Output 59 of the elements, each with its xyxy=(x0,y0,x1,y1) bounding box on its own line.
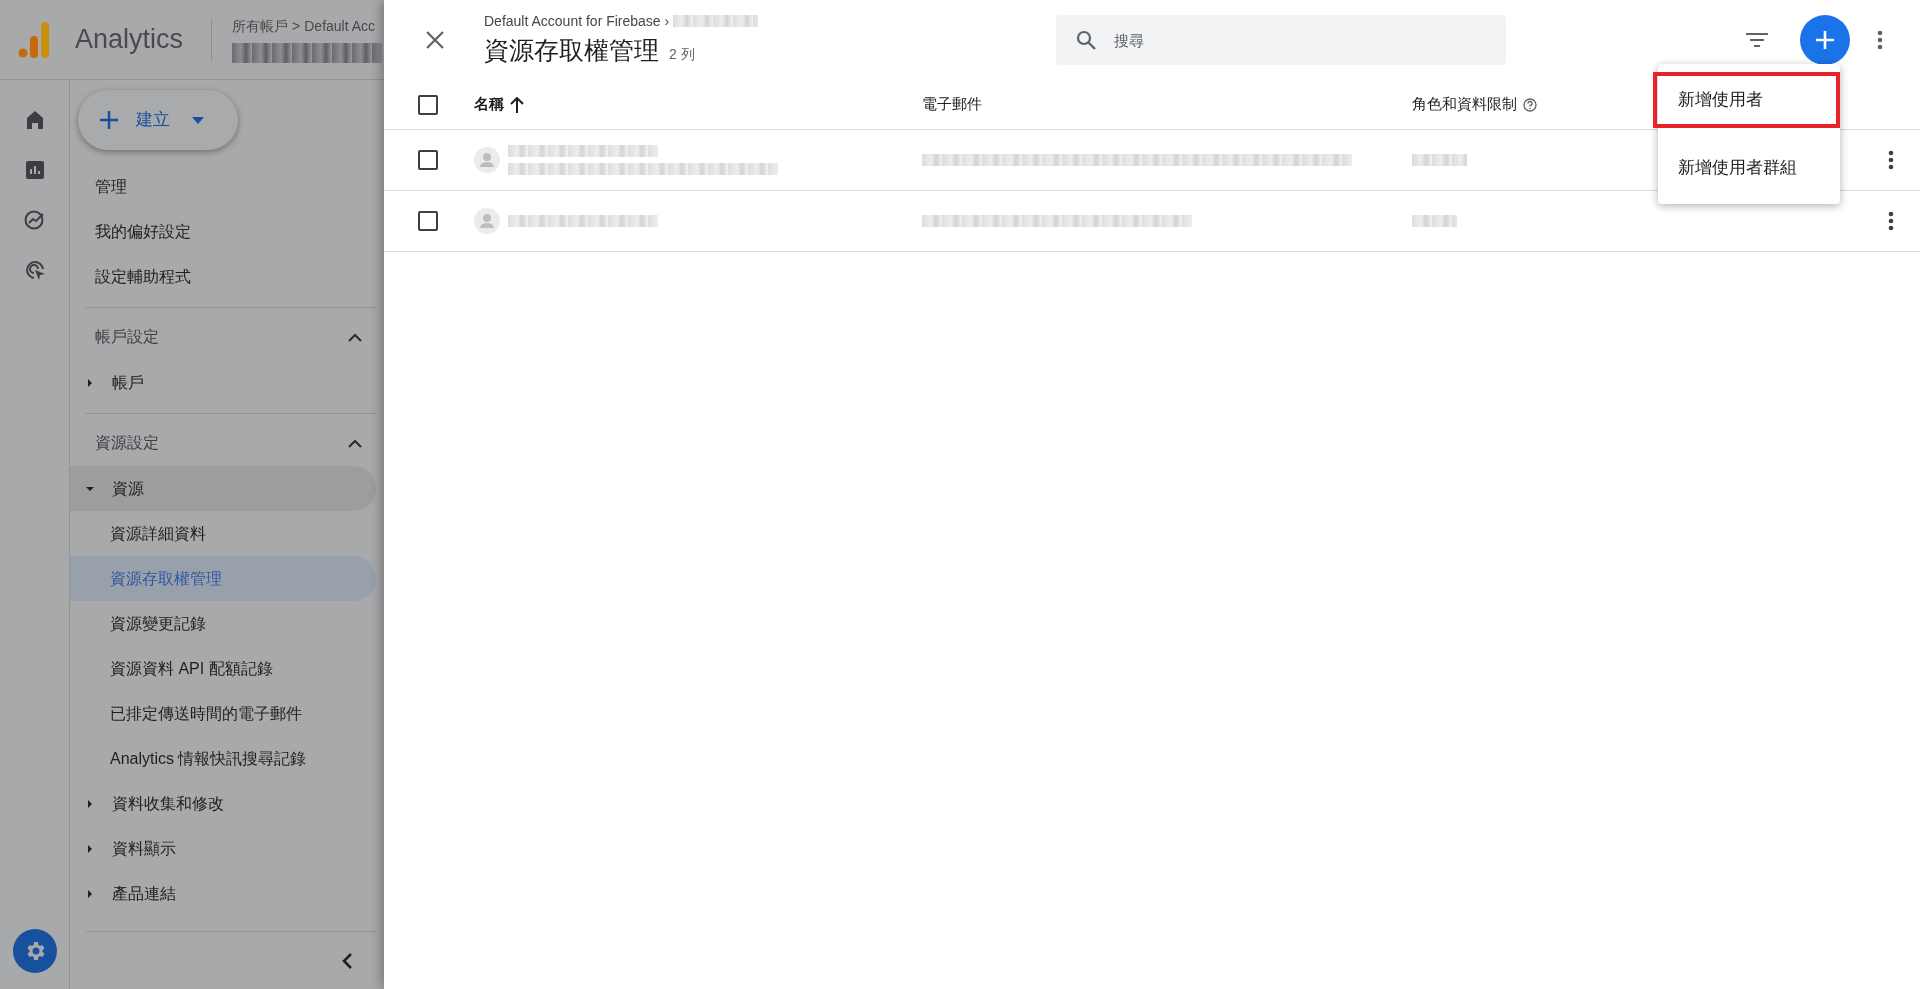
caret-icon xyxy=(86,378,94,387)
nav-link[interactable]: 設定輔助程式 xyxy=(95,264,191,289)
menu-item[interactable]: 新增使用者群組 xyxy=(1658,140,1840,196)
breadcrumb[interactable]: Default Account for Firebase › xyxy=(484,10,670,32)
bar-chart-logo-icon xyxy=(18,21,50,58)
avatar-icon xyxy=(474,147,500,173)
page-title: 資源存取權管理 xyxy=(484,34,659,66)
settings-button[interactable] xyxy=(12,929,57,973)
column-header[interactable]: 電子郵件 xyxy=(922,93,982,116)
more-icon[interactable] xyxy=(1888,211,1894,231)
row-checkbox[interactable] xyxy=(418,211,438,231)
nav-item[interactable]: 資料顯示 xyxy=(70,826,376,871)
plus-icon xyxy=(98,109,120,131)
column-header[interactable]: 角色和資料限制 xyxy=(1412,93,1537,116)
dropdown-arrow-icon xyxy=(192,116,204,124)
nav-subitem[interactable]: 資源資料 API 配額記錄 xyxy=(70,646,376,691)
caret-icon xyxy=(86,889,94,898)
section-header[interactable]: 資源設定 xyxy=(85,420,376,466)
caret-icon xyxy=(86,799,94,808)
chevron-icon xyxy=(348,332,362,342)
avatar-icon xyxy=(474,208,500,234)
pixelated-text xyxy=(1412,154,1467,166)
filter-icon[interactable] xyxy=(1746,33,1768,47)
nav-item[interactable]: 產品連結 xyxy=(70,871,376,916)
caret-icon xyxy=(86,844,94,853)
search-icon xyxy=(1076,30,1097,50)
help-icon[interactable] xyxy=(1523,97,1537,112)
search-field[interactable]: 搜尋 xyxy=(1056,15,1507,65)
nav-subitem[interactable]: 資源變更記錄 xyxy=(70,601,376,646)
plus-icon xyxy=(1815,30,1835,50)
product-name: Analytics xyxy=(75,23,184,57)
nav-subitem[interactable]: 已排定傳送時間的電子郵件 xyxy=(70,691,376,736)
row-count: 2 列 xyxy=(669,44,695,64)
nav-link[interactable]: 管理 xyxy=(95,174,127,199)
create-button[interactable]: 建立 xyxy=(78,90,238,150)
row-checkbox[interactable] xyxy=(418,150,438,170)
select-all-checkbox[interactable] xyxy=(418,94,438,115)
close-icon[interactable] xyxy=(426,31,444,49)
nav-item[interactable]: 資料收集和修改 xyxy=(70,781,376,826)
breadcrumb-link[interactable]: 所有帳戶 xyxy=(232,16,289,37)
chevron-icon xyxy=(348,438,362,448)
nav-item[interactable]: 帳戶 xyxy=(70,360,376,405)
nav-item[interactable]: 資源 xyxy=(70,466,376,511)
pixelated-text xyxy=(1412,215,1457,227)
breadcrumb-link[interactable]: Default Acc xyxy=(304,16,376,37)
nav-subitem[interactable]: 資源詳細資料 xyxy=(70,511,376,556)
nav-link[interactable]: 我的偏好設定 xyxy=(95,219,191,244)
add-button[interactable] xyxy=(1800,15,1850,65)
column-header[interactable]: 名稱 xyxy=(474,93,524,116)
breadcrumb-separator: > xyxy=(292,17,301,36)
trend-chart-icon[interactable] xyxy=(22,208,47,232)
caret-icon xyxy=(86,484,94,493)
nav-subitem[interactable]: Analytics 情報快訊搜尋記錄 xyxy=(70,736,376,781)
section-header[interactable]: 帳戶設定 xyxy=(85,314,376,360)
more-icon[interactable] xyxy=(1888,150,1894,170)
collapse-chevron-icon[interactable] xyxy=(342,952,352,969)
menu-item[interactable]: 新增使用者 xyxy=(1653,72,1840,128)
more-icon[interactable] xyxy=(1877,30,1883,50)
sort-up-arrow-icon[interactable] xyxy=(510,96,524,113)
